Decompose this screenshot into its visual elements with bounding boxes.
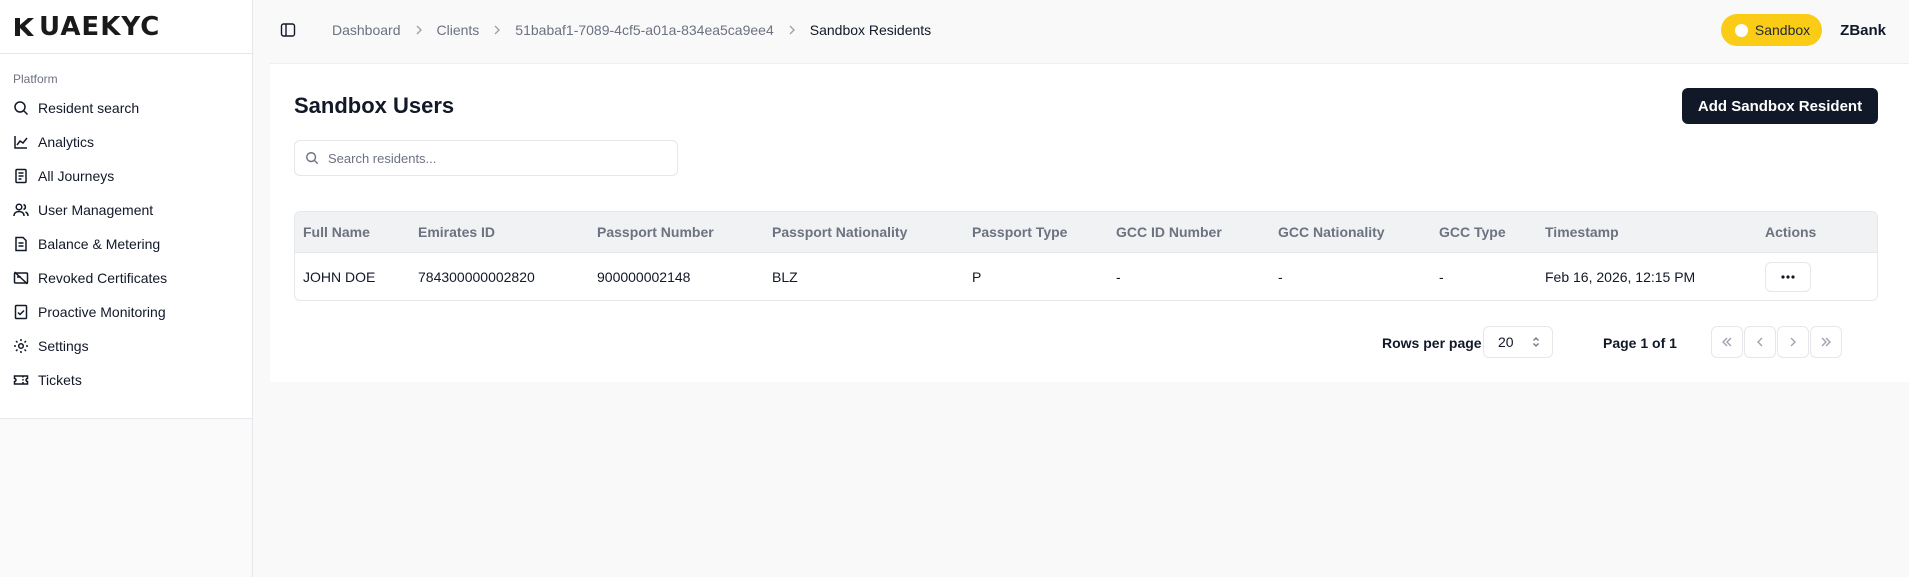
sidebar-item-label: Tickets [38, 372, 82, 388]
next-page-button[interactable] [1777, 326, 1809, 358]
column-header[interactable]: GCC Nationality [1270, 224, 1431, 240]
sidebar-item-balance-metering[interactable]: Balance & Metering [0, 227, 252, 261]
residents-table: Full Name Emirates ID Passport Number Pa… [294, 211, 1878, 301]
sidebar-item-label: Revoked Certificates [38, 270, 168, 286]
topbar: Dashboard Clients 51babaf1-7089-4cf5-a01… [254, 0, 1909, 60]
sidebar-item-resident-search[interactable]: Resident search [0, 91, 252, 125]
cell-passport-type: P [972, 268, 982, 285]
environment-badge-label: Sandbox [1754, 22, 1811, 38]
more-horizontal-icon [1781, 274, 1795, 279]
sidebar-item-all-journeys[interactable]: All Journeys [0, 159, 252, 193]
breadcrumb-client-id[interactable]: 51babaf1-7089-4cf5-a01a-834ea5ca9ee4 [515, 22, 773, 38]
search-box [294, 140, 678, 176]
first-page-button[interactable] [1711, 326, 1743, 358]
logo[interactable]: UAEKYC [13, 12, 160, 42]
sidebar-item-user-management[interactable]: User Management [0, 193, 252, 227]
row-actions-button[interactable] [1765, 261, 1811, 292]
logo-area: UAEKYC [0, 0, 252, 54]
search-icon [14, 101, 29, 116]
last-page-button[interactable] [1810, 326, 1842, 358]
sidebar-item-analytics[interactable]: Analytics [0, 125, 252, 159]
column-header[interactable]: GCC Type [1431, 224, 1537, 240]
gear-icon [14, 339, 28, 353]
revoked-icon [13, 271, 29, 285]
sidebar-item-label: Resident search [38, 100, 140, 116]
table-row[interactable]: JOHN DOE 784300000002820 900000002148 BL… [295, 253, 1877, 300]
column-header[interactable]: Full Name [295, 224, 410, 240]
cell-full-name: JOHN DOE [303, 268, 376, 285]
search-icon [306, 152, 319, 165]
organization-name: ZBank [1840, 21, 1886, 39]
sidebar-item-label: User Management [38, 202, 154, 218]
breadcrumb-dashboard[interactable]: Dashboard [332, 22, 401, 38]
chevron-right-icon [1790, 337, 1796, 347]
ticket-icon [13, 375, 29, 385]
breadcrumb: Dashboard Clients 51babaf1-7089-4cf5-a01… [332, 22, 931, 38]
main-card: Sandbox Users Add Sandbox Resident Full … [270, 63, 1909, 382]
rows-per-page-label: Rows per page [1382, 335, 1482, 351]
column-header[interactable]: Passport Nationality [764, 224, 964, 240]
clipboard-check-icon [14, 304, 28, 320]
cell-actions [1757, 261, 1877, 292]
pagination: Rows per page 20 Page 1 of 1 [270, 325, 1909, 361]
chevron-right-icon [415, 25, 423, 35]
sidebar-item-label: Analytics [38, 134, 95, 150]
logo-mark-icon [15, 17, 34, 36]
journeys-icon [15, 168, 27, 184]
chevrons-right-icon [1821, 337, 1831, 347]
sidebar-nav: Platform Resident search Analytics All J… [0, 54, 252, 419]
column-header[interactable]: Emirates ID [410, 224, 589, 240]
cell-passport-number: 900000002148 [597, 268, 691, 285]
sidebar-item-label: Settings [38, 338, 89, 354]
sidebar-toggle-icon [280, 23, 296, 37]
cell-gcc-id-number: - [1116, 268, 1121, 285]
rows-per-page-value: 20 [1498, 334, 1514, 350]
cell-gcc-type: - [1439, 268, 1444, 285]
column-header: Actions [1765, 224, 1817, 240]
environment-badge[interactable]: Sandbox [1720, 14, 1823, 46]
breadcrumb-current: Sandbox Residents [809, 22, 932, 38]
chevrons-up-down-icon [1533, 337, 1539, 347]
chevron-left-icon [1757, 337, 1763, 347]
rows-per-page-select[interactable]: 20 [1483, 326, 1553, 358]
cell-emirates-id: 784300000002820 [418, 268, 535, 285]
sidebar-group-label: Platform [13, 72, 58, 86]
toggle-dot-icon [1734, 23, 1748, 37]
sidebar-item-revoked-certificates[interactable]: Revoked Certificates [0, 261, 252, 295]
document-icon [15, 236, 27, 252]
header-right: Sandbox ZBank [1720, 14, 1886, 46]
sidebar: UAEKYC Platform Resident search Analytic… [0, 0, 253, 577]
chevrons-left-icon [1722, 337, 1732, 347]
search-input[interactable] [328, 150, 658, 166]
add-sandbox-resident-button[interactable]: Add Sandbox Resident [1682, 88, 1878, 124]
sidebar-item-tickets[interactable]: Tickets [0, 363, 252, 397]
page-info: Page 1 of 1 [1603, 335, 1677, 351]
cell-timestamp: Feb 16, 2026, 12:15 PM [1545, 268, 1696, 285]
cell-passport-nationality: BLZ [772, 268, 798, 285]
column-header[interactable]: GCC ID Number [1108, 224, 1270, 240]
sidebar-item-settings[interactable]: Settings [0, 329, 252, 363]
column-header[interactable]: Passport Number [589, 224, 764, 240]
sidebar-item-label: All Journeys [38, 168, 115, 184]
breadcrumb-clients[interactable]: Clients [437, 22, 480, 38]
sidebar-item-proactive-monitoring[interactable]: Proactive Monitoring [0, 295, 252, 329]
sidebar-item-label: Proactive Monitoring [38, 304, 166, 320]
column-header[interactable]: Passport Type [964, 224, 1108, 240]
chevron-right-icon [493, 25, 501, 35]
chart-line-icon [14, 136, 28, 149]
page-title: Sandbox Users [294, 93, 455, 118]
table-header: Full Name Emirates ID Passport Number Pa… [295, 212, 1877, 253]
sidebar-item-label: Balance & Metering [38, 236, 161, 252]
chevron-right-icon [788, 25, 796, 35]
sidebar-toggle-button[interactable] [277, 19, 299, 41]
column-header[interactable]: Timestamp [1537, 224, 1757, 240]
users-icon [13, 203, 29, 217]
logo-text: UAEKYC [39, 11, 161, 42]
previous-page-button[interactable] [1744, 326, 1776, 358]
cell-gcc-nationality: - [1278, 268, 1283, 285]
